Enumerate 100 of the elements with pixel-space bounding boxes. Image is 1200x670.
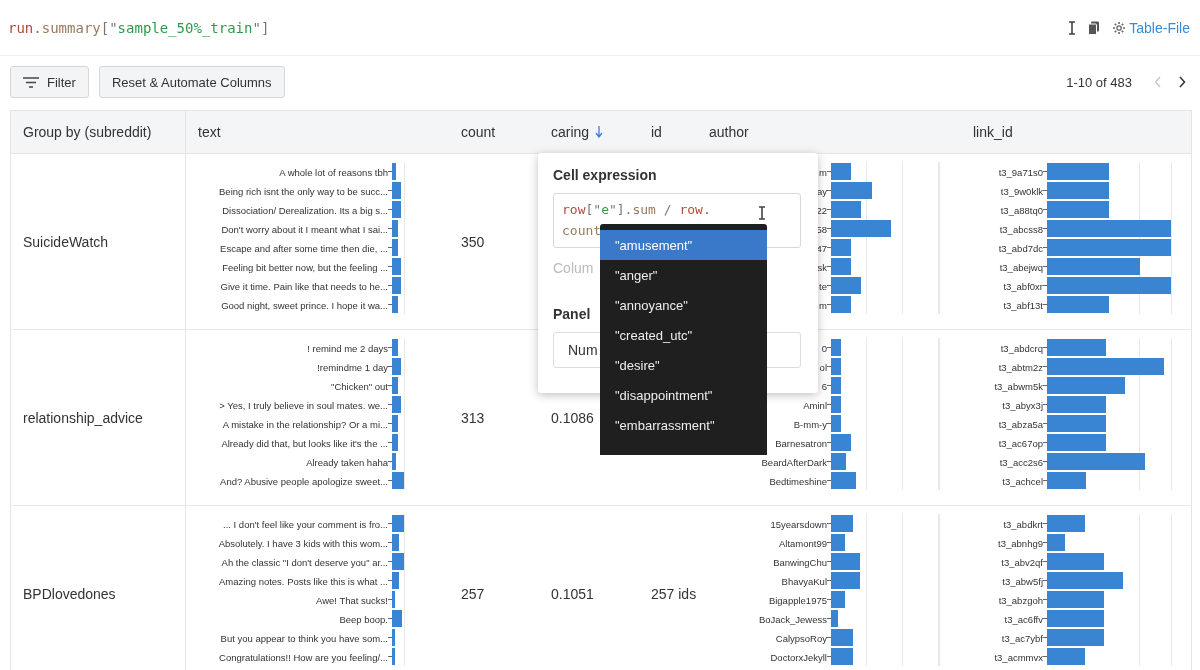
bar <box>831 453 846 470</box>
column-header[interactable]: Group by (subreddit) <box>23 124 152 140</box>
chart-label: Being rich isnt the only way to be succ... <box>219 185 388 197</box>
sort-down-arrow-icon[interactable] <box>595 126 604 138</box>
chart-label: Barnesatron <box>775 437 827 449</box>
bar <box>392 415 398 432</box>
chart-label: t3_ac67op <box>998 437 1043 449</box>
suggestion-item[interactable]: "disappointment" <box>600 380 767 410</box>
chart-label: B-mm-y <box>793 418 827 430</box>
suggestion-item[interactable]: "desire" <box>600 350 767 380</box>
bar <box>1047 648 1085 665</box>
filter-icon <box>23 76 39 88</box>
bar <box>831 591 845 608</box>
chart-label: Already did that, but looks like it's the ... <box>221 437 388 449</box>
column-header[interactable]: id <box>651 124 662 140</box>
bar <box>392 201 401 218</box>
bar <box>1047 534 1065 551</box>
chart-label: 15yearsdown <box>770 518 827 530</box>
bar <box>831 534 845 551</box>
chart-label: sk <box>817 261 827 273</box>
bar <box>392 553 404 570</box>
chart-label: ay <box>816 185 827 197</box>
count-value: 350 <box>461 233 485 250</box>
bar <box>1047 415 1106 432</box>
chart-label: t3_abdcrq <box>1000 342 1043 354</box>
popup-title: Cell expression <box>553 167 657 183</box>
chart-label: Awe! That sucks! <box>316 594 388 606</box>
bar <box>392 239 398 256</box>
suggestion-item[interactable]: "anger" <box>600 260 767 290</box>
bar <box>831 396 841 413</box>
chart-label: t3_9w0klk <box>1000 185 1043 197</box>
chart-label: m <box>819 299 827 311</box>
table-file-link[interactable]: Table-File <box>1112 19 1190 36</box>
text-cursor-icon <box>758 206 766 220</box>
chart-label: t3_abf0xr <box>1003 280 1043 292</box>
bar <box>831 358 841 375</box>
caring-value: 0.1086 <box>551 409 594 426</box>
reset-columns-button[interactable]: Reset & Automate Columns <box>98 66 285 98</box>
chart-label: Congratulations!! How are you feeling/... <box>219 651 388 663</box>
column-header[interactable]: text <box>198 124 221 140</box>
chart-label: t3_abf13t <box>1003 299 1043 311</box>
bar <box>392 591 395 608</box>
text-cursor-icon[interactable] <box>1068 20 1077 35</box>
chart-label: t3_ac7ybf <box>1001 632 1043 644</box>
chart-label: ! remind me 2 days <box>307 342 388 354</box>
group-name: relationship_advice <box>23 409 143 426</box>
bar <box>831 415 841 432</box>
chart-label: Escape and after some time then die, ... <box>220 242 388 254</box>
bar <box>831 277 861 294</box>
chart-label: Amazing notes. Posts like this is what ... <box>219 575 388 587</box>
bar <box>392 534 399 551</box>
chart-label: t3_abwm5k <box>994 380 1043 392</box>
chart-label: 0 <box>821 342 827 354</box>
code-expression: run.summary["sample_50%_train"] <box>8 19 270 36</box>
chart-label: t3_acmmvx <box>994 651 1043 663</box>
bar <box>831 629 853 646</box>
chart-label: t3_abtm2z <box>998 361 1043 373</box>
chart-label: t3_acc2s6 <box>999 456 1043 468</box>
chart-label: Give it time. Pain like that needs to he... <box>220 280 388 292</box>
column-header[interactable]: caring <box>551 124 590 140</box>
chart-label: But you appear to think you have som... <box>220 632 388 644</box>
chart-label: 6 <box>821 380 827 392</box>
chart-label: te <box>819 280 827 292</box>
bar <box>831 163 851 180</box>
chart-label: t3_abnhg9 <box>998 537 1043 549</box>
chart-label: Don't worry about it I meant what I sai... <box>221 223 388 235</box>
bar <box>831 220 891 237</box>
bar <box>392 648 395 665</box>
chart-label: ol <box>819 361 827 373</box>
chart-label: Altamont99 <box>778 537 827 549</box>
bar <box>392 629 395 646</box>
column-header[interactable]: link_id <box>973 124 1013 140</box>
bar <box>1047 515 1085 532</box>
filter-button[interactable]: Filter <box>10 66 89 98</box>
chart-label: "Chicken" out <box>331 380 388 392</box>
suggestion-item[interactable]: "created_utc" <box>600 320 767 350</box>
bar <box>392 258 401 275</box>
chart-label: !remindme 1 day <box>317 361 388 373</box>
bar <box>1047 553 1104 570</box>
id-value: 257 ids <box>651 585 697 602</box>
bar <box>392 163 396 180</box>
bar <box>1047 472 1086 489</box>
chart-label: Absolutely. I have 3 kids with this wom... <box>218 537 388 549</box>
bar <box>392 277 401 294</box>
bar <box>392 377 398 394</box>
suggestion-item[interactable]: "embarrassment" <box>600 410 767 440</box>
bar <box>831 258 851 275</box>
copy-icon[interactable] <box>1088 20 1101 35</box>
bar <box>831 296 851 313</box>
chart-label: t3_abzgoh <box>998 594 1043 606</box>
column-header[interactable]: author <box>709 124 749 140</box>
suggestion-item[interactable]: "amusement" <box>600 230 767 260</box>
chart-label: Feeling bit better now, but the feeling ... <box>222 261 388 273</box>
suggestion-item[interactable]: "annoyance" <box>600 290 767 320</box>
bar <box>831 610 838 627</box>
column-header[interactable]: count <box>461 124 496 140</box>
group-name: BPDlovedones <box>23 585 116 602</box>
bar <box>392 472 404 489</box>
panel-label: Panel <box>553 306 591 322</box>
chart-label: t3_abv2qf <box>1001 556 1043 568</box>
